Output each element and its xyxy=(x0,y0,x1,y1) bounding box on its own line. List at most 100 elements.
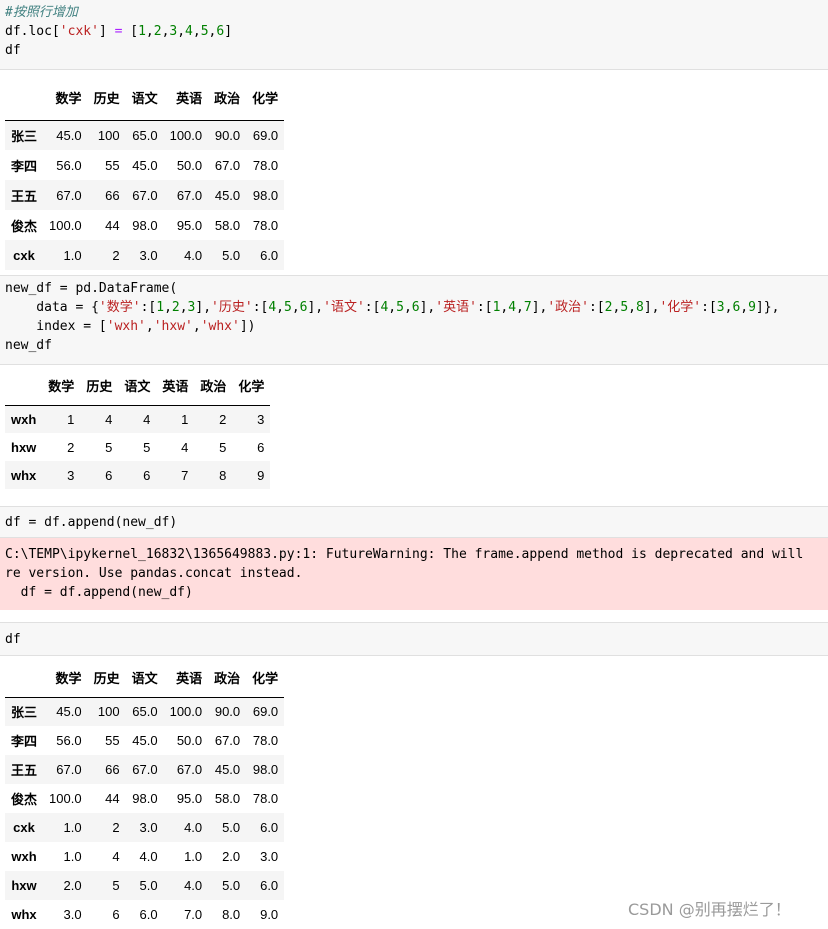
table-cell: 95.0 xyxy=(176,791,203,806)
column-header: 英语 xyxy=(163,76,209,121)
table-cell: 6.0 xyxy=(260,247,279,263)
table-cell: 4.0 xyxy=(184,878,203,893)
table-cell: 5.0 xyxy=(222,247,241,263)
code-cell-3[interactable]: df = df.append(new_df) xyxy=(0,506,828,538)
table-cell: 5.0 xyxy=(222,878,241,893)
table-row: wxh 1.0 4 4.0 1.0 2.0 3.0 xyxy=(5,842,284,871)
table-cell: 100.0 xyxy=(169,127,203,143)
table-cell: 1.0 xyxy=(184,849,203,864)
table-cell: 2 xyxy=(112,247,120,263)
table-body: 张三 45.0 100 65.0 100.0 90.0 69.0 李四 56.0 55 45.0 50… xyxy=(5,120,285,270)
code-line: new_df = pd.DataFrame( xyxy=(5,281,178,296)
index-header xyxy=(5,76,44,121)
column-header: 历史 xyxy=(87,76,126,121)
table-cell: 9 xyxy=(257,467,265,483)
code-cell-4[interactable]: df xyxy=(0,622,828,656)
table-cell: 78.0 xyxy=(252,733,279,748)
code-line: data = {'数学':[1,2,3],'历史':[4,5,6],'语文':[… xyxy=(5,300,780,315)
table-cell: 5.0 xyxy=(222,820,241,835)
table-row: 王五 67.0 66 67.0 67.0 45.0 98.0 xyxy=(5,180,285,210)
warning-line: df = df.append(new_df) xyxy=(5,585,193,600)
row-index: wxh xyxy=(11,411,37,427)
row-index: 王五 xyxy=(11,188,38,204)
index-header xyxy=(5,659,44,698)
column-header: 数学 xyxy=(43,76,88,121)
dataframe-output-1: 数学 历史 语文 英语 政治 化学 张三 45.0 100 65.0 100.0 90.0… xyxy=(5,76,285,270)
code-comment: #按照行增加 xyxy=(5,5,78,20)
table-cell: 90.0 xyxy=(214,127,241,143)
table-cell: 4 xyxy=(112,849,120,864)
table-row: hxw 2 5 5 4 5 6 xyxy=(5,433,270,461)
table-cell: 100.0 xyxy=(49,217,82,233)
table-cell: 6 xyxy=(105,467,113,483)
table-cell: 69.0 xyxy=(252,127,279,143)
table-cell: 5.0 xyxy=(139,878,158,893)
table-cell: 5 xyxy=(112,878,120,893)
table-cell: 3.0 xyxy=(260,849,279,864)
row-index: whx xyxy=(11,907,37,922)
column-header: 政治 xyxy=(208,659,247,698)
table-cell: 44 xyxy=(105,791,120,806)
code-line: df xyxy=(5,43,21,58)
table-body: wxh 1 4 4 1 2 3 hxw 2 5 5 4 5 6 whx 3 6 6 7 8 9 xyxy=(5,405,271,489)
table-cell: 3 xyxy=(257,411,265,427)
table-cell: 7.0 xyxy=(184,907,203,922)
table-row: cxk 1.0 2 3.0 4.0 5.0 6.0 xyxy=(5,813,285,842)
table-row: whx 3.0 6 6.0 7.0 8.0 9.0 xyxy=(5,900,284,929)
table-cell: 50.0 xyxy=(176,733,203,748)
table-cell: 4.0 xyxy=(184,820,203,835)
table-cell: 7 xyxy=(181,467,189,483)
table-header: 数学 历史 语文 英语 政治 化学 xyxy=(5,659,285,698)
table-cell: 2 xyxy=(219,411,227,427)
table-cell: 4 xyxy=(105,411,113,427)
column-header: 语文 xyxy=(125,76,164,121)
table-cell: 98.0 xyxy=(132,791,158,806)
code-line: df xyxy=(5,632,21,647)
code-cell-1[interactable]: #按照行增加 df.loc['cxk'] = [1,2,3,4,5,6] df xyxy=(0,0,828,70)
table-cell: 56.0 xyxy=(56,733,82,748)
row-index: hxw xyxy=(11,878,37,893)
row-index: 俊杰 xyxy=(11,218,38,234)
table-row: 张三 45.0 100 65.0 100.0 90.0 69.0 xyxy=(5,120,285,150)
table-cell: 8 xyxy=(219,467,227,483)
table-cell: 95.0 xyxy=(176,217,203,233)
table-cell: 69.0 xyxy=(252,704,279,720)
table-row: 俊杰 100.0 44 98.0 95.0 58.0 78.0 xyxy=(5,210,284,240)
watermark-text: CSDN @别再摆烂了！ xyxy=(628,900,791,919)
row-index: cxk xyxy=(13,247,35,263)
table-row: 张三 45.0 100 65.0 100.0 90.0 69.0 xyxy=(5,697,285,726)
table-header: 数学 历史 语文 英语 政治 化学 xyxy=(5,76,285,121)
table-cell: 67.0 xyxy=(56,187,82,203)
row-index: 王五 xyxy=(11,763,38,778)
row-index: 李四 xyxy=(11,734,38,749)
index-header xyxy=(5,367,43,406)
table-cell: 5 xyxy=(105,439,113,455)
column-header: 语文 xyxy=(125,659,164,698)
table-cell: 45.0 xyxy=(214,187,241,203)
table-cell: 58.0 xyxy=(214,791,241,806)
warning-line: C:\TEMP\ipykernel_16832\1365649883.py:1:… xyxy=(5,547,804,562)
table-cell: 4.0 xyxy=(139,849,158,864)
table-cell: 67.0 xyxy=(176,762,203,777)
table-cell: 4 xyxy=(143,411,151,427)
warning-output: C:\TEMP\ipykernel_16832\1365649883.py:1:… xyxy=(0,538,828,610)
table-cell: 55 xyxy=(105,733,120,748)
table-cell: 6.0 xyxy=(260,878,279,893)
table-row: hxw 2.0 5 5.0 4.0 5.0 6.0 xyxy=(5,871,285,900)
table-cell: 56.0 xyxy=(56,157,82,173)
code-cell-2[interactable]: new_df = pd.DataFrame( data = {'数学':[1,2… xyxy=(0,275,828,365)
table-cell: 67.0 xyxy=(214,733,241,748)
column-header: 英语 xyxy=(163,659,209,698)
table-cell: 58.0 xyxy=(214,217,241,233)
table-cell: 90.0 xyxy=(214,704,241,720)
dataframe-output-2: 数学 历史 语文 英语 政治 化学 wxh 1 4 4 1 2 3 hxw 2 5 5 4 5 6 whx 3… xyxy=(5,367,271,489)
code-line: new_df xyxy=(5,338,52,353)
column-header: 化学 xyxy=(232,367,271,406)
table-cell: 4.0 xyxy=(184,247,203,263)
table-cell: 67.0 xyxy=(214,157,241,173)
table-header: 数学 历史 语文 英语 政治 化学 xyxy=(5,367,271,406)
column-header: 化学 xyxy=(246,76,285,121)
table-cell: 45.0 xyxy=(132,157,158,173)
table-cell: 3 xyxy=(67,467,75,483)
table-cell: 100.0 xyxy=(49,791,82,806)
